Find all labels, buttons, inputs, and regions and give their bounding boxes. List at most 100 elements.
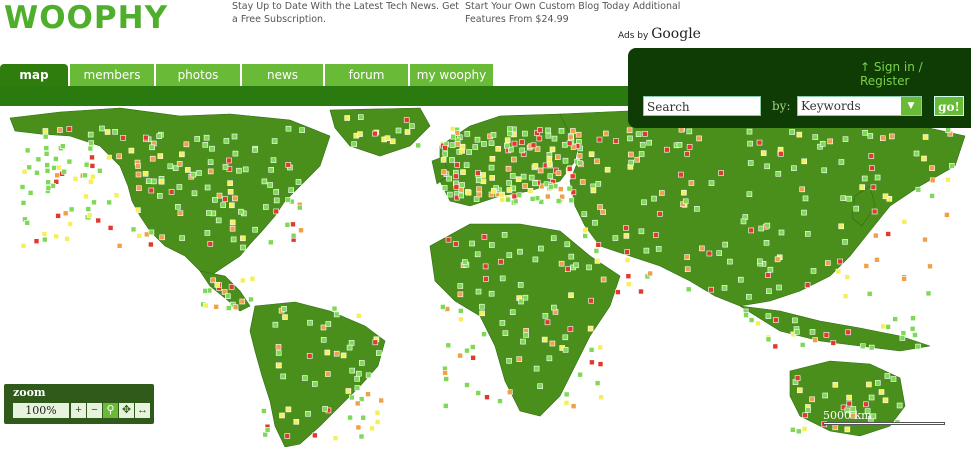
photo-marker[interactable]	[577, 160, 583, 166]
photo-marker[interactable]	[721, 285, 728, 291]
photo-marker[interactable]	[349, 367, 356, 374]
photo-marker[interactable]	[590, 187, 597, 194]
photo-marker[interactable]	[773, 317, 779, 323]
photo-marker[interactable]	[349, 394, 355, 401]
photo-marker[interactable]	[589, 359, 595, 366]
photo-marker[interactable]	[566, 165, 573, 172]
photo-marker[interactable]	[372, 339, 379, 346]
photo-marker[interactable]	[151, 178, 157, 185]
photo-marker[interactable]	[776, 284, 782, 291]
photo-marker[interactable]	[476, 186, 482, 192]
photo-marker[interactable]	[56, 164, 62, 171]
photo-marker[interactable]	[740, 218, 747, 225]
photo-marker[interactable]	[869, 165, 875, 171]
photo-marker[interactable]	[374, 419, 381, 425]
photo-marker[interactable]	[348, 340, 355, 346]
photo-marker[interactable]	[708, 286, 715, 293]
photo-marker[interactable]	[442, 151, 449, 157]
photo-marker[interactable]	[64, 236, 70, 242]
photo-marker[interactable]	[446, 191, 453, 198]
photo-marker[interactable]	[546, 161, 553, 167]
photo-marker[interactable]	[354, 400, 361, 407]
photo-marker[interactable]	[529, 196, 536, 202]
photo-marker[interactable]	[718, 170, 724, 176]
photo-marker[interactable]	[506, 358, 512, 364]
photo-marker[interactable]	[59, 143, 66, 150]
photo-marker[interactable]	[901, 219, 908, 225]
photo-marker[interactable]	[312, 432, 318, 439]
photo-marker[interactable]	[927, 263, 933, 270]
photo-marker[interactable]	[624, 249, 631, 255]
photo-marker[interactable]	[582, 227, 588, 234]
photo-marker[interactable]	[922, 236, 928, 243]
photo-marker[interactable]	[223, 138, 230, 144]
photo-marker[interactable]	[53, 156, 59, 162]
photo-marker[interactable]	[216, 192, 223, 199]
photo-marker[interactable]	[866, 381, 872, 388]
photo-marker[interactable]	[87, 131, 94, 138]
photo-marker[interactable]	[99, 125, 105, 132]
photo-marker[interactable]	[512, 198, 519, 205]
photo-marker[interactable]	[252, 226, 258, 233]
photo-marker[interactable]	[638, 228, 645, 235]
photo-marker[interactable]	[440, 156, 447, 163]
photo-marker[interactable]	[135, 163, 141, 169]
photo-marker[interactable]	[587, 325, 594, 332]
photo-marker[interactable]	[534, 195, 541, 201]
photo-marker[interactable]	[861, 175, 868, 182]
photo-marker[interactable]	[213, 304, 219, 310]
photo-marker[interactable]	[499, 197, 506, 203]
photo-marker[interactable]	[595, 181, 602, 187]
photo-marker[interactable]	[576, 153, 583, 159]
photo-marker[interactable]	[501, 232, 508, 238]
photo-marker[interactable]	[72, 176, 79, 182]
photo-marker[interactable]	[249, 275, 256, 282]
photo-marker[interactable]	[375, 350, 382, 356]
photo-marker[interactable]	[551, 135, 558, 142]
photo-marker[interactable]	[694, 206, 700, 212]
photo-marker[interactable]	[791, 165, 797, 172]
photo-marker[interactable]	[716, 250, 723, 256]
photo-marker[interactable]	[684, 150, 691, 157]
photo-marker[interactable]	[874, 174, 881, 181]
photo-marker[interactable]	[369, 425, 375, 432]
photo-marker[interactable]	[226, 157, 232, 164]
photo-marker[interactable]	[888, 133, 895, 140]
photo-marker[interactable]	[475, 177, 482, 184]
photo-marker[interactable]	[457, 291, 464, 298]
photo-marker[interactable]	[563, 400, 570, 406]
photo-marker[interactable]	[551, 304, 557, 311]
photo-marker[interactable]	[588, 347, 595, 353]
photo-marker[interactable]	[509, 173, 516, 179]
photo-marker[interactable]	[358, 433, 365, 440]
photo-marker[interactable]	[821, 167, 828, 174]
photo-marker[interactable]	[248, 296, 254, 303]
photo-marker[interactable]	[824, 260, 831, 266]
photo-marker[interactable]	[892, 316, 899, 322]
tab-map[interactable]: map	[0, 64, 68, 86]
tab-members[interactable]: members	[70, 64, 154, 86]
photo-marker[interactable]	[232, 304, 239, 310]
photo-marker[interactable]	[306, 353, 313, 359]
photo-marker[interactable]	[458, 316, 464, 322]
magnify-icon[interactable]: ⚲	[103, 403, 118, 418]
ad-tech-news[interactable]: Stay Up to Date With the Latest Tech New…	[232, 0, 464, 26]
photo-marker[interactable]	[344, 115, 351, 121]
photo-marker[interactable]	[885, 324, 891, 330]
photo-marker[interactable]	[53, 233, 60, 240]
photo-marker[interactable]	[511, 140, 518, 147]
photo-marker[interactable]	[479, 303, 485, 310]
photo-marker[interactable]	[490, 131, 497, 138]
photo-marker[interactable]	[136, 185, 142, 191]
photo-marker[interactable]	[517, 248, 523, 255]
photo-marker[interactable]	[44, 167, 51, 174]
photo-marker[interactable]	[469, 344, 476, 350]
photo-marker[interactable]	[296, 204, 303, 211]
photo-marker[interactable]	[656, 211, 663, 217]
photo-marker[interactable]	[530, 142, 537, 149]
photo-marker[interactable]	[624, 257, 631, 263]
photo-marker[interactable]	[638, 151, 645, 157]
photo-marker[interactable]	[756, 139, 763, 146]
photo-marker[interactable]	[61, 168, 67, 175]
photo-marker[interactable]	[227, 189, 234, 195]
